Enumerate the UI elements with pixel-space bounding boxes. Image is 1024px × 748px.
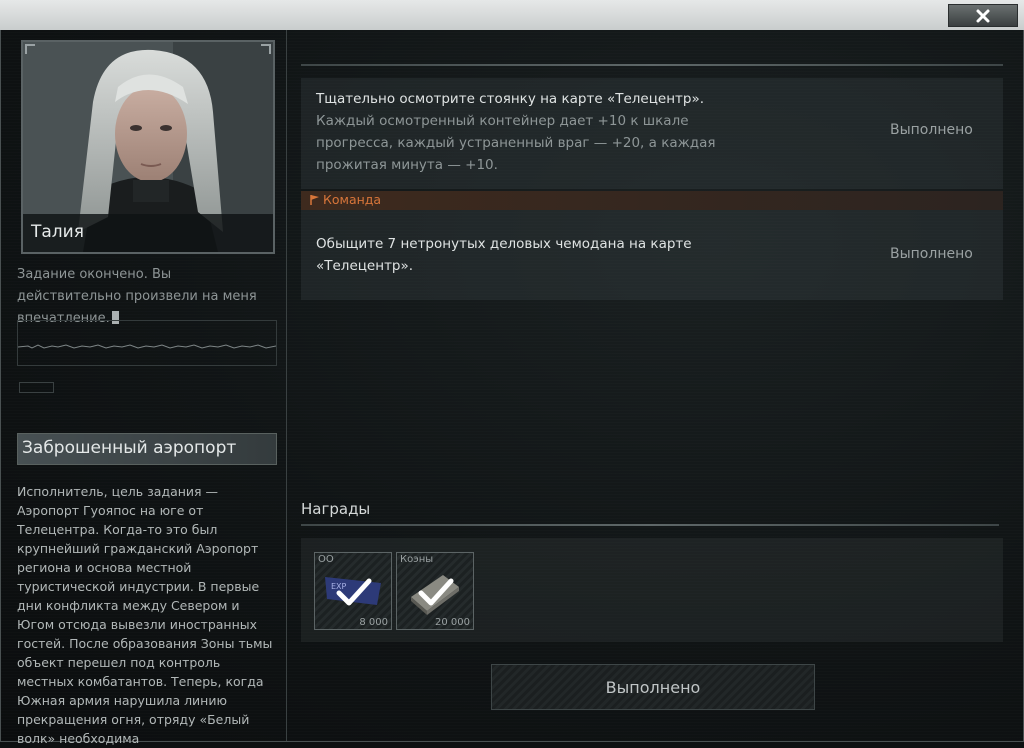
waveform-graph	[17, 344, 277, 349]
reward-item[interactable]: ОО EXP 8 000	[314, 552, 392, 630]
small-tag	[19, 382, 54, 393]
rewards-divider	[301, 524, 999, 526]
right-panel: Тщательно осмотрите стоянку на карте «Те…	[301, 30, 1003, 741]
title-bar	[0, 0, 1024, 31]
voice-waveform	[17, 320, 277, 366]
svg-text:EXP: EXP	[331, 582, 347, 591]
objective-highlight: стоянку	[479, 91, 536, 107]
rewards-box: ОО EXP 8 000 Коэны 20 000	[301, 538, 1003, 642]
objective-status: Выполнено	[890, 246, 973, 262]
objective-text-part: на карте «Телецентр».	[535, 91, 705, 107]
rewards-title: Награды	[301, 500, 371, 518]
reward-quantity: 20 000	[435, 617, 470, 628]
objective-text: Обыщите 7 нетронутых деловых чемодана на…	[316, 233, 716, 277]
flag-icon	[310, 195, 319, 205]
character-name: Талия	[31, 222, 84, 242]
corner-mark	[25, 44, 35, 54]
mission-title-bar: Заброшенный аэропорт	[17, 433, 277, 465]
dialog-line: Задание окончено. Вы действительно произ…	[17, 267, 257, 326]
reward-item[interactable]: Коэны 20 000	[396, 552, 474, 630]
name-bar: Талия	[23, 214, 273, 252]
objective-text-part: Тщательно осмотрите	[316, 91, 480, 107]
close-button[interactable]	[948, 4, 1018, 27]
complete-button-label: Выполнено	[605, 677, 701, 697]
objective-item: Тщательно осмотрите стоянку на карте «Те…	[301, 78, 1003, 189]
objective-text-part: Обыщите 7 нетронутых	[316, 236, 490, 252]
objective-details: Каждый осмотренный контейнер дает +10 к …	[316, 113, 716, 173]
objective-highlight: деловых чемодана	[489, 236, 625, 252]
top-divider	[301, 64, 1003, 66]
character-portrait: Талия	[21, 40, 275, 254]
team-section-header: Команда	[301, 191, 1003, 210]
corner-mark	[261, 44, 271, 54]
close-x-icon	[976, 9, 990, 22]
team-section-label: Команда	[323, 192, 382, 207]
objective-item: Обыщите 7 нетронутых деловых чемодана на…	[301, 210, 1003, 300]
complete-button[interactable]: Выполнено	[491, 664, 815, 710]
mission-title: Заброшенный аэропорт	[22, 438, 237, 458]
mission-description: Исполнитель, цель задания — Аэропорт Гуо…	[17, 484, 273, 746]
left-panel: Талия Задание окончено. Вы действительно…	[9, 30, 287, 746]
objective-text: Тщательно осмотрите стоянку на карте «Те…	[316, 88, 736, 176]
reward-quantity: 8 000	[359, 617, 388, 628]
quest-window: Талия Задание окончено. Вы действительно…	[0, 30, 1024, 746]
objective-status: Выполнено	[890, 122, 973, 138]
